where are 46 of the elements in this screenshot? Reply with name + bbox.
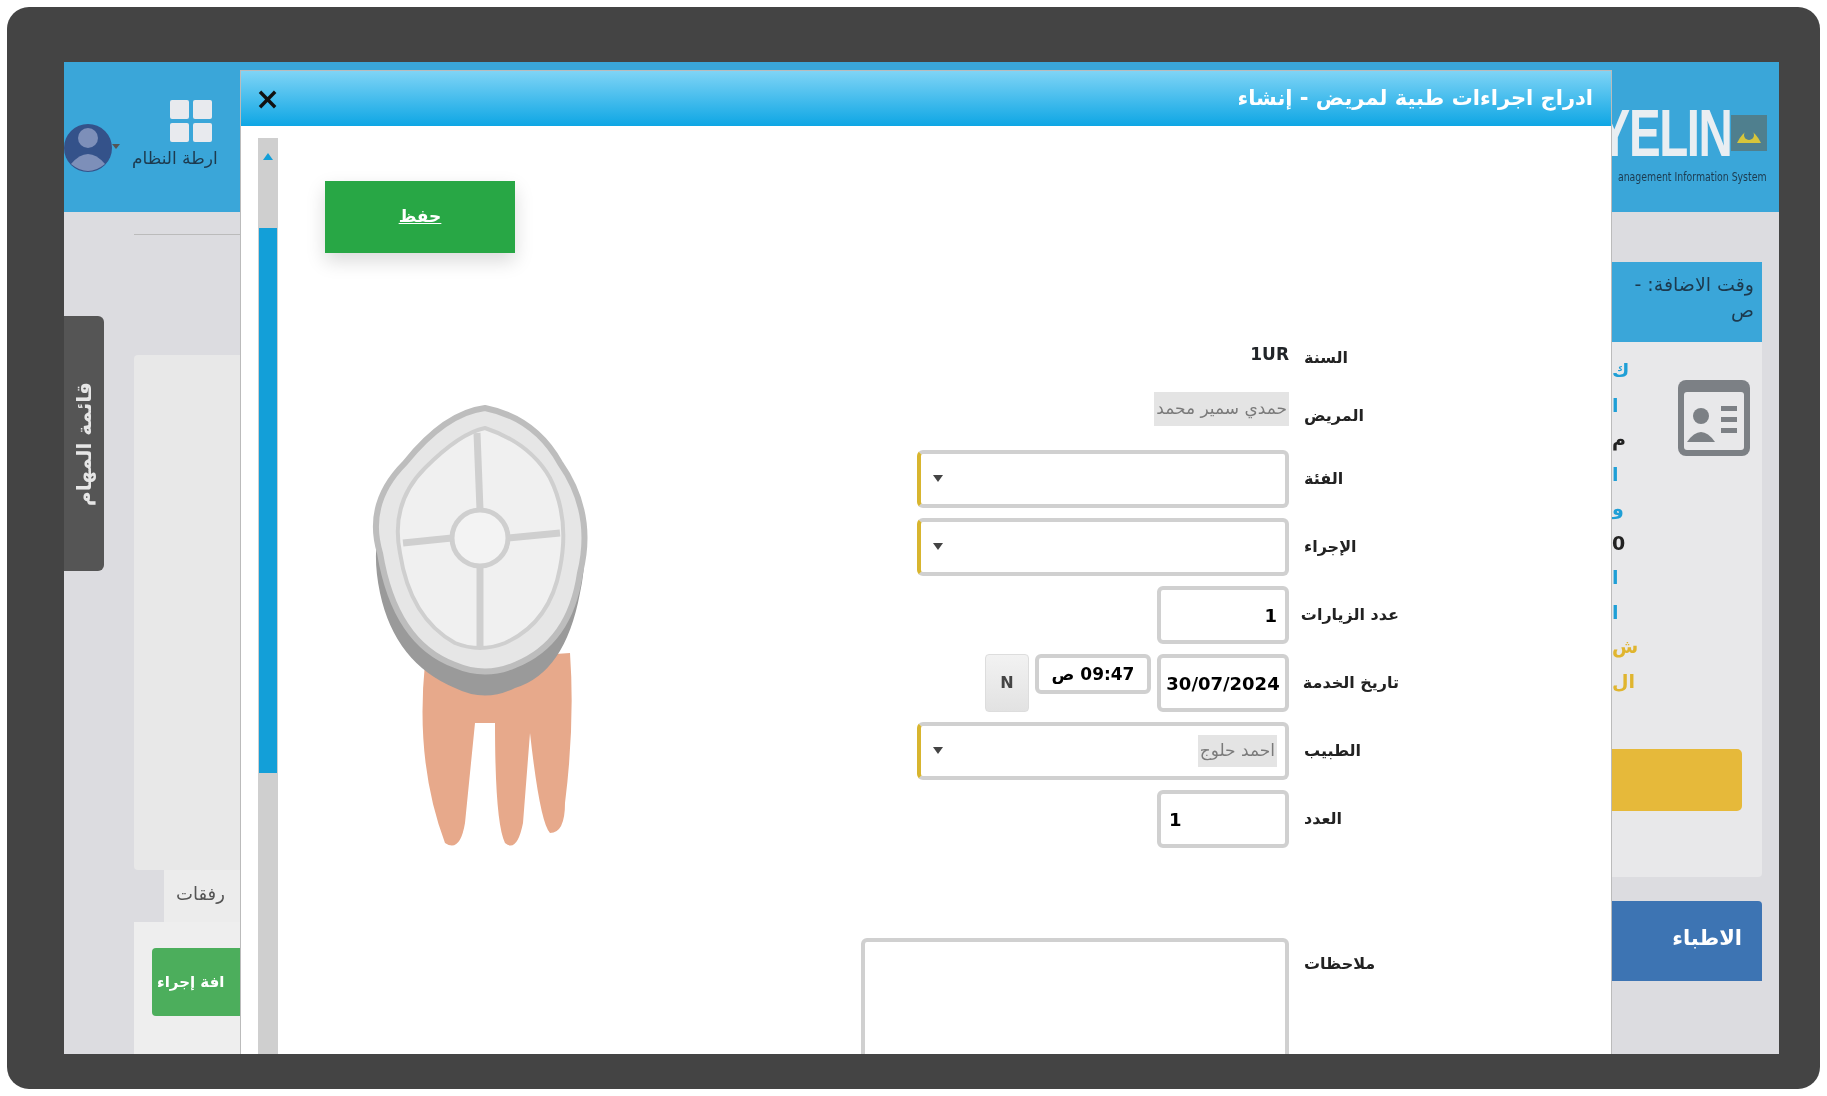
field-label: ملاحظات bbox=[1304, 953, 1377, 975]
info-text: م bbox=[1612, 427, 1627, 453]
info-text: 0 bbox=[1612, 530, 1627, 556]
card-title: ص bbox=[1731, 297, 1754, 324]
info-text: ا bbox=[1612, 565, 1620, 590]
card-title: وقت الاضافة: - bbox=[1634, 272, 1754, 298]
field-label: الإجراء bbox=[1304, 536, 1358, 558]
attachments-tab[interactable]: رفقات bbox=[164, 870, 240, 922]
action-button[interactable] bbox=[1612, 749, 1742, 811]
dropdown-field[interactable] bbox=[917, 450, 1289, 508]
grid-icon[interactable] bbox=[170, 100, 212, 142]
number-field[interactable]: 1 bbox=[1157, 790, 1289, 848]
caret-icon bbox=[933, 747, 943, 755]
field-value: 1UR bbox=[1250, 343, 1289, 366]
caret-icon bbox=[933, 475, 943, 483]
field-label: الفئة bbox=[1304, 468, 1345, 490]
info-text: ال bbox=[1612, 668, 1636, 694]
logo-icon bbox=[1731, 115, 1767, 151]
info-text: ش bbox=[1612, 634, 1636, 660]
scrollbar[interactable] bbox=[258, 138, 278, 1054]
dialog-title: ادراج اجراءات طبية لمريض - إنشاء bbox=[1237, 84, 1593, 113]
date-field[interactable]: 30/07/2024 bbox=[1157, 654, 1289, 712]
info-text: ا bbox=[1612, 392, 1620, 418]
logo-subtitle: anagement Information System bbox=[1618, 169, 1767, 186]
blurred-value: حمدي سمير محمد bbox=[1154, 392, 1289, 426]
info-text: ا bbox=[1612, 599, 1620, 625]
notes-field[interactable] bbox=[861, 938, 1289, 1054]
now-button[interactable]: N bbox=[985, 654, 1029, 712]
info-text: ا bbox=[1612, 461, 1620, 487]
field-label: المريض bbox=[1304, 405, 1365, 427]
system-map-label[interactable]: ارطة النظام bbox=[132, 146, 218, 172]
dropdown-field[interactable] bbox=[917, 518, 1289, 576]
selected-value: احمد حلوج bbox=[1197, 735, 1277, 767]
time-field[interactable]: 09:47 ص bbox=[1035, 654, 1151, 694]
doctors-header: الاطباء bbox=[1612, 901, 1762, 981]
close-button[interactable]: × bbox=[251, 83, 285, 114]
field-label: الطبيب bbox=[1304, 740, 1363, 762]
side-tab[interactable]: قائمة المهام bbox=[64, 316, 104, 571]
field-label: السنة bbox=[1304, 347, 1349, 369]
number-field[interactable]: 1 bbox=[1157, 586, 1289, 644]
info-text: و bbox=[1612, 496, 1625, 522]
field-label: العدد bbox=[1304, 808, 1343, 830]
info-text: ك bbox=[1612, 358, 1631, 383]
field-label: تاريخ الخدمة bbox=[1304, 672, 1399, 694]
caret-icon bbox=[933, 543, 943, 551]
id-card-icon bbox=[1676, 378, 1752, 458]
